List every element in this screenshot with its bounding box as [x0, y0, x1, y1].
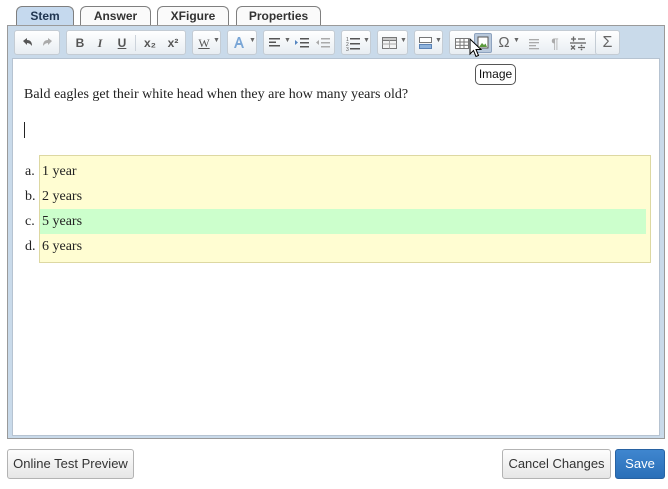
history-group — [14, 30, 60, 55]
equation-button[interactable]: Σ — [599, 33, 616, 53]
align-group: ▼ — [263, 30, 335, 55]
mouse-pointer-icon — [469, 37, 483, 61]
save-button[interactable]: Save — [615, 449, 665, 479]
tab-properties[interactable]: Properties — [236, 6, 321, 25]
special-char-button[interactable]: Ω — [496, 33, 512, 53]
chevron-down-icon: ▼ — [284, 37, 291, 44]
bold-button[interactable]: B — [71, 33, 89, 53]
word-style-button[interactable]: W — [197, 33, 211, 53]
insert-block-icon[interactable] — [418, 33, 434, 53]
format-group: B I U x₂ x² — [66, 30, 186, 55]
chevron-down-icon: ▼ — [363, 37, 370, 44]
choice-letter: d. — [25, 239, 36, 254]
subscript-button[interactable]: x₂ — [140, 33, 160, 53]
indent-icon[interactable] — [293, 33, 311, 53]
question-stem: Bald eagles get their white head when th… — [24, 87, 409, 102]
table-style-group: ▼ — [377, 30, 408, 55]
numbered-list-icon[interactable]: 123 — [345, 33, 361, 53]
underline-button[interactable]: U — [113, 33, 131, 53]
redo-icon[interactable] — [39, 33, 57, 53]
italic-button[interactable]: I — [91, 33, 109, 53]
answer-choices: a. 1 year b. 2 years c. 5 years d. 6 yea… — [25, 155, 651, 263]
tab-answer[interactable]: Answer — [80, 6, 151, 25]
insert-block-group: ▼ — [414, 30, 443, 55]
text-cursor — [24, 122, 25, 138]
answer-choice[interactable]: b. 2 years — [25, 184, 646, 209]
equation-group: Σ — [595, 30, 620, 55]
answer-choice[interactable]: a. 1 year — [25, 159, 646, 184]
word-style-group: W ▼ — [192, 30, 221, 55]
choice-text: 2 years — [42, 189, 83, 204]
choice-text: 1 year — [42, 164, 77, 179]
choice-text: 6 years — [42, 239, 83, 254]
cancel-changes-button[interactable]: Cancel Changes — [502, 449, 611, 479]
outdent-icon[interactable] — [314, 33, 332, 53]
undo-icon[interactable] — [18, 33, 36, 53]
chevron-down-icon: ▼ — [435, 37, 442, 44]
paragraph-icon[interactable] — [526, 33, 542, 53]
editor-frame: B I U x₂ x² W ▼ ▼ ▼ 1 2 3 ▼ ▼ ▼ Ω ▼ ¶ Σ … — [7, 25, 665, 439]
formula-layout-icon[interactable] — [568, 33, 588, 53]
choice-letter: a. — [25, 164, 35, 179]
font-color-group: ▼ — [227, 30, 257, 55]
chevron-down-icon: ▼ — [513, 37, 520, 44]
pilcrow-button[interactable]: ¶ — [547, 33, 563, 53]
choice-letter: c. — [25, 214, 35, 229]
answer-choice[interactable]: d. 6 years — [25, 234, 646, 259]
font-color-icon[interactable] — [231, 33, 247, 53]
chevron-down-icon: ▼ — [400, 37, 407, 44]
tab-stem[interactable]: Stem — [16, 6, 74, 26]
chevron-down-icon: ▼ — [213, 37, 220, 44]
editor-content[interactable]: Bald eagles get their white head when th… — [12, 58, 660, 436]
answer-choice-correct[interactable]: c. 5 years — [25, 209, 646, 234]
choice-letter: b. — [25, 189, 36, 204]
tab-xfigure[interactable]: XFigure — [157, 6, 229, 25]
image-tooltip: Image — [475, 64, 516, 85]
align-left-icon[interactable] — [267, 33, 283, 53]
choice-text: 5 years — [42, 214, 83, 229]
table-format-icon[interactable] — [381, 33, 399, 53]
svg-text:3: 3 — [346, 47, 349, 53]
online-test-preview-button[interactable]: Online Test Preview — [7, 449, 134, 479]
superscript-button[interactable]: x² — [163, 33, 183, 53]
chevron-down-icon: ▼ — [249, 37, 256, 44]
toolbar-divider — [135, 35, 136, 51]
list-group: 123 ▼ — [341, 30, 371, 55]
